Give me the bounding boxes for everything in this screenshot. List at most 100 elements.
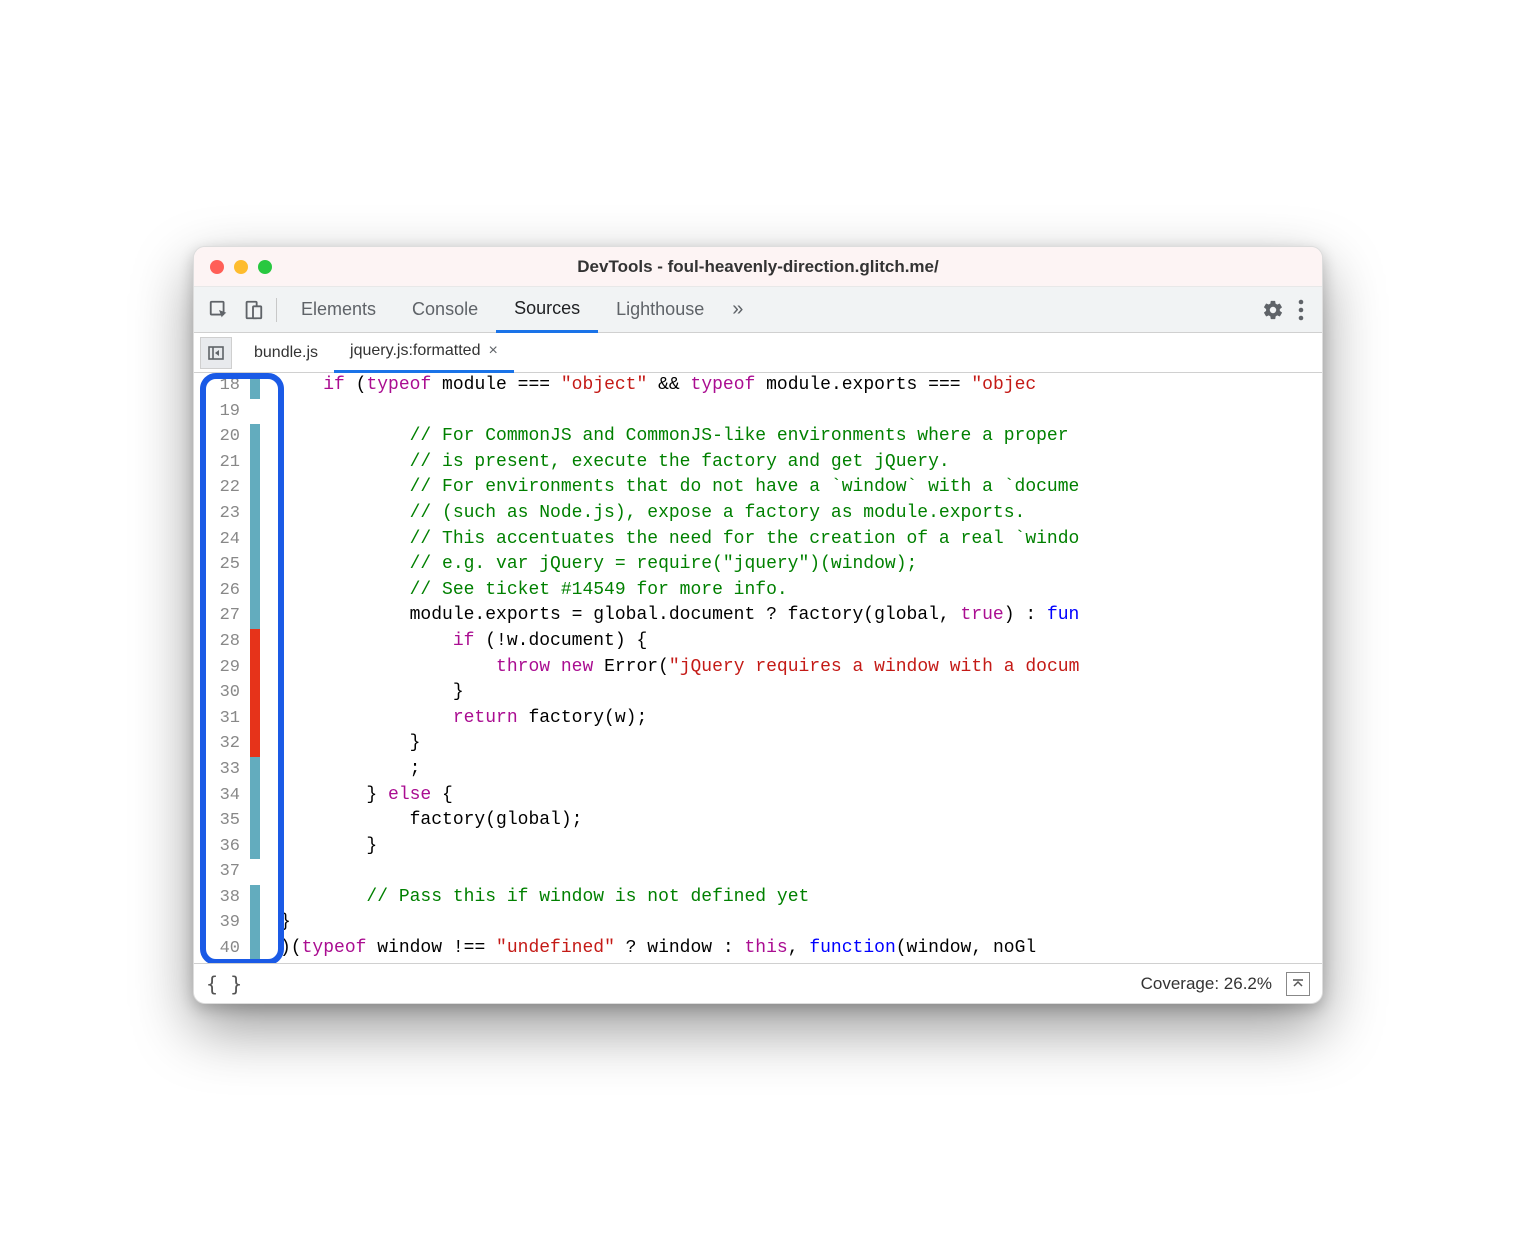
file-tab-1[interactable]: jquery.js:formatted ×	[334, 333, 514, 373]
code-line[interactable]: // For CommonJS and CommonJS-like enviro…	[280, 424, 1322, 450]
line-number: 20	[204, 424, 244, 450]
code-line[interactable]: return factory(w);	[280, 706, 1322, 732]
gutter-row: 34	[204, 783, 260, 809]
coverage-marker	[250, 783, 260, 809]
code-line[interactable]: factory(global);	[280, 808, 1322, 834]
code-line[interactable]: }	[280, 834, 1322, 860]
coverage-marker	[250, 527, 260, 553]
line-number: 22	[204, 475, 244, 501]
gear-icon[interactable]	[1262, 299, 1284, 321]
coverage-marker	[250, 936, 260, 962]
code-line[interactable]: // is present, execute the factory and g…	[280, 450, 1322, 476]
coverage-marker	[250, 859, 260, 885]
file-tab-0[interactable]: bundle.js	[238, 333, 334, 373]
coverage-marker	[250, 757, 260, 783]
line-number: 30	[204, 680, 244, 706]
window-title: DevTools - foul-heavenly-direction.glitc…	[194, 257, 1322, 277]
line-number: 40	[204, 936, 244, 962]
line-number: 26	[204, 578, 244, 604]
main-tabs: ElementsConsoleSourcesLighthouse	[283, 287, 722, 333]
device-toolbar-icon[interactable]	[236, 293, 270, 327]
line-number: 33	[204, 757, 244, 783]
zoom-window-button[interactable]	[258, 260, 272, 274]
coverage-marker	[250, 910, 260, 936]
file-tab-label: jquery.js:formatted	[350, 342, 480, 360]
line-number: 37	[204, 859, 244, 885]
toolbar-divider	[276, 298, 277, 322]
code-line[interactable]: } else {	[280, 783, 1322, 809]
code-line[interactable]: module.exports = global.document ? facto…	[280, 603, 1322, 629]
code-line[interactable]: // For environments that do not have a `…	[280, 475, 1322, 501]
code-line[interactable]: // Pass this if window is not defined ye…	[280, 885, 1322, 911]
line-number: 38	[204, 885, 244, 911]
coverage-marker	[250, 501, 260, 527]
tab-sources[interactable]: Sources	[496, 287, 598, 333]
coverage-label: Coverage: 26.2%	[1141, 974, 1272, 994]
code-line[interactable]: )(typeof window !== "undefined" ? window…	[280, 936, 1322, 962]
kebab-menu-icon[interactable]	[1298, 299, 1304, 321]
gutter-row: 26	[204, 578, 260, 604]
coverage-marker	[250, 475, 260, 501]
line-number: 31	[204, 706, 244, 732]
navigator-toggle-icon[interactable]	[200, 337, 232, 369]
coverage-marker	[250, 450, 260, 476]
line-number: 24	[204, 527, 244, 553]
coverage-marker	[250, 808, 260, 834]
devtools-window: DevTools - foul-heavenly-direction.glitc…	[193, 246, 1323, 1004]
code-line[interactable]: // e.g. var jQuery = require("jquery")(w…	[280, 552, 1322, 578]
tab-elements[interactable]: Elements	[283, 287, 394, 333]
code-line[interactable]: throw new Error("jQuery requires a windo…	[280, 655, 1322, 681]
main-toolbar: ElementsConsoleSourcesLighthouse »	[194, 287, 1322, 333]
code-editor[interactable]: 1819202122232425262728293031323334353637…	[194, 373, 1322, 963]
code-line[interactable]: ;	[280, 757, 1322, 783]
gutter-row: 20	[204, 424, 260, 450]
code-line[interactable]	[280, 399, 1322, 425]
gutter-row: 22	[204, 475, 260, 501]
gutter-row: 33	[204, 757, 260, 783]
code-line[interactable]: if (!w.document) {	[280, 629, 1322, 655]
code-content[interactable]: if (typeof module === "object" && typeof…	[266, 373, 1322, 963]
close-window-button[interactable]	[210, 260, 224, 274]
code-line[interactable]: }	[280, 731, 1322, 757]
gutter-row: 23	[204, 501, 260, 527]
gutter-row: 40	[204, 936, 260, 962]
code-line[interactable]: }	[280, 910, 1322, 936]
gutter-row: 37	[204, 859, 260, 885]
line-number: 39	[204, 910, 244, 936]
traffic-lights	[210, 260, 272, 274]
line-number: 18	[204, 373, 244, 399]
tab-lighthouse[interactable]: Lighthouse	[598, 287, 722, 333]
gutter-row: 19	[204, 399, 260, 425]
minimize-window-button[interactable]	[234, 260, 248, 274]
code-line[interactable]: // See ticket #14549 for more info.	[280, 578, 1322, 604]
line-number: 25	[204, 552, 244, 578]
tab-console[interactable]: Console	[394, 287, 496, 333]
code-line[interactable]	[280, 859, 1322, 885]
coverage-marker	[250, 552, 260, 578]
gutter-row: 27	[204, 603, 260, 629]
drawer-expand-icon[interactable]	[1286, 972, 1310, 996]
inspect-element-icon[interactable]	[202, 293, 236, 327]
gutter-row: 24	[204, 527, 260, 553]
line-number: 35	[204, 808, 244, 834]
code-line[interactable]: if (typeof module === "object" && typeof…	[280, 373, 1322, 399]
coverage-marker	[250, 578, 260, 604]
coverage-marker	[250, 603, 260, 629]
gutter-row: 36	[204, 834, 260, 860]
more-tabs-icon[interactable]: »	[722, 298, 753, 321]
line-number: 34	[204, 783, 244, 809]
gutter-row: 18	[204, 373, 260, 399]
line-number: 19	[204, 399, 244, 425]
line-gutter: 1819202122232425262728293031323334353637…	[204, 373, 260, 962]
line-number: 23	[204, 501, 244, 527]
gutter-row: 38	[204, 885, 260, 911]
line-number: 27	[204, 603, 244, 629]
line-number: 21	[204, 450, 244, 476]
pretty-print-icon[interactable]: { }	[206, 972, 242, 996]
line-number: 28	[204, 629, 244, 655]
code-line[interactable]: // (such as Node.js), expose a factory a…	[280, 501, 1322, 527]
close-icon[interactable]: ×	[488, 342, 497, 360]
gutter-row: 39	[204, 910, 260, 936]
code-line[interactable]: // This accentuates the need for the cre…	[280, 527, 1322, 553]
code-line[interactable]: }	[280, 680, 1322, 706]
